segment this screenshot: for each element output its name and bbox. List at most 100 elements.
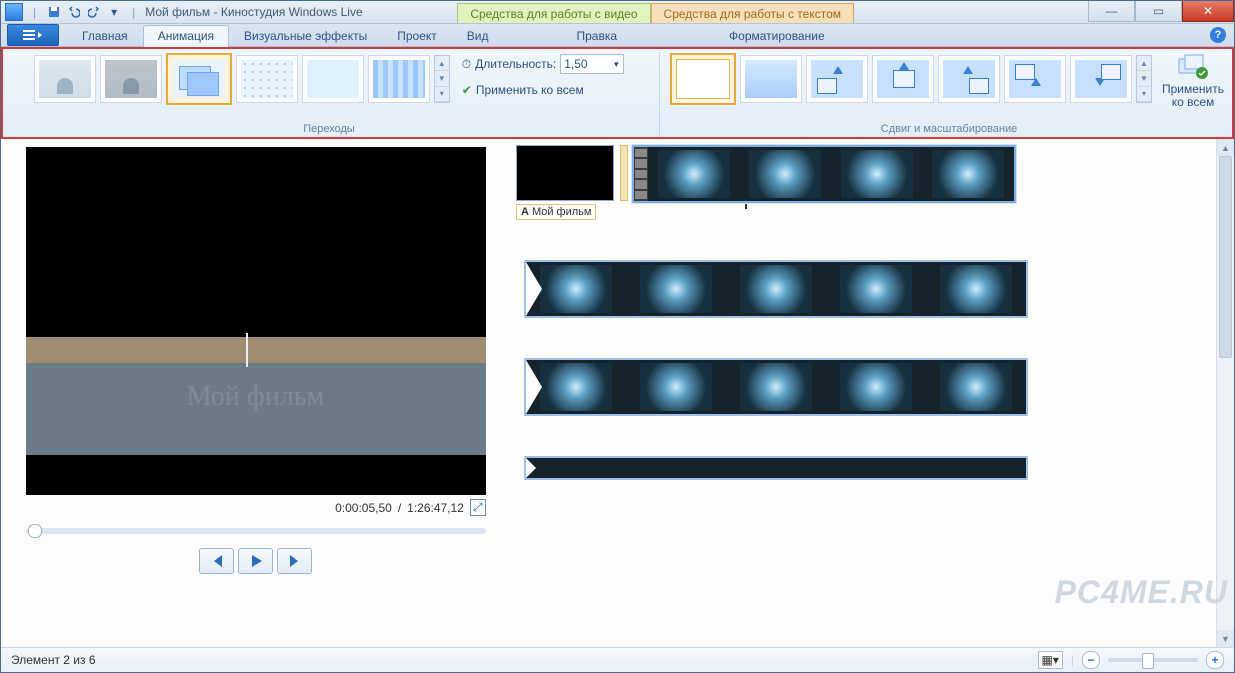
gallery-up-icon[interactable]: ▲ xyxy=(1137,56,1151,71)
maximize-button[interactable]: ▭ xyxy=(1135,1,1182,22)
title-clip[interactable]: AМой фильм xyxy=(516,145,612,220)
context-tab-text[interactable]: Средства для работы с текстом xyxy=(651,3,854,23)
play-button[interactable] xyxy=(238,548,273,574)
duration-label: Длительность: xyxy=(475,57,556,71)
redo-icon[interactable] xyxy=(86,4,102,20)
transition-item[interactable] xyxy=(368,55,430,103)
title-clip-thumb xyxy=(516,145,614,201)
tab-home[interactable]: Главная xyxy=(67,25,143,46)
app-window: | ▾ | Мой фильм - Киностудия Windows Liv… xyxy=(0,0,1235,673)
tab-effects[interactable]: Визуальные эффекты xyxy=(229,25,382,46)
scroll-up-icon[interactable]: ▲ xyxy=(1217,139,1234,156)
timeline-scroll[interactable]: AМой фильм xyxy=(510,139,1234,647)
context-tab-video[interactable]: Средства для работы с видео xyxy=(457,3,650,23)
transition-item[interactable] xyxy=(302,55,364,103)
scrollbar-thumb[interactable] xyxy=(1219,156,1232,358)
panzoom-item[interactable] xyxy=(938,55,1000,103)
file-menu-button[interactable] xyxy=(7,24,59,46)
video-clip[interactable] xyxy=(524,358,1028,416)
play-controls xyxy=(199,548,312,574)
panzoom-item[interactable] xyxy=(872,55,934,103)
video-clip-selected[interactable] xyxy=(632,145,1016,203)
chevron-down-icon[interactable]: ▼ xyxy=(612,60,620,69)
workspace: Мой фильм 0:00:05,50/ 1:26:47,12 ⤢ AМой xyxy=(1,139,1234,647)
ribbon-body: ▲▼▾ ⏱ Длительность: 1,50 ▼ ✔ Применить к… xyxy=(1,47,1234,139)
duration-input[interactable]: 1,50 ▼ xyxy=(560,54,624,74)
panzoom-item[interactable] xyxy=(1070,55,1132,103)
preview-seek-marker xyxy=(246,333,248,367)
group-panzoom: ▲▼▾ Применить ко всем Сдвиг и масштабиро… xyxy=(670,53,1235,137)
minimize-button[interactable]: — xyxy=(1088,1,1135,22)
zoom-slider[interactable] xyxy=(1108,658,1198,662)
panzoom-item[interactable] xyxy=(806,55,868,103)
statusbar: Элемент 2 из 6 ▦▾ | − + xyxy=(1,647,1234,672)
timeline-row xyxy=(516,456,1234,480)
gallery-scroll[interactable]: ▲▼▾ xyxy=(434,55,450,103)
scroll-down-icon[interactable]: ▼ xyxy=(1217,630,1234,647)
zoom-thumb[interactable] xyxy=(1142,653,1154,669)
qat-dropdown-icon[interactable]: ▾ xyxy=(106,4,122,20)
status-right: ▦▾ | − + xyxy=(1038,651,1225,669)
gallery-up-icon[interactable]: ▲ xyxy=(435,56,449,71)
timeline-row: AМой фильм xyxy=(516,145,1234,220)
tab-project[interactable]: Проект xyxy=(382,25,452,46)
preview-overlay-strip xyxy=(26,337,486,365)
time-total: 1:26:47,12 xyxy=(407,501,464,515)
thumbnails-view-icon[interactable]: ▦▾ xyxy=(1038,651,1063,669)
undo-icon[interactable] xyxy=(66,4,82,20)
apply-all-row[interactable]: ✔ Применить ко всем xyxy=(462,79,624,101)
apply-all-big-label: Применить ко всем xyxy=(1162,83,1224,109)
tab-format[interactable]: Форматирование xyxy=(714,25,840,46)
tab-view[interactable]: Вид xyxy=(452,25,504,46)
panzoom-item[interactable] xyxy=(1004,55,1066,103)
time-current: 0:00:05,50 xyxy=(335,501,392,515)
tab-animation[interactable]: Анимация xyxy=(143,25,229,47)
divider: | xyxy=(132,5,135,19)
help-icon[interactable]: ? xyxy=(1210,27,1226,43)
divider: | xyxy=(33,5,36,19)
duration-value: 1,50 xyxy=(564,57,587,71)
transition-item[interactable] xyxy=(34,55,96,103)
gallery-expand-icon[interactable]: ▾ xyxy=(435,87,449,102)
timeline-pin xyxy=(620,145,628,201)
gallery-expand-icon[interactable]: ▾ xyxy=(1137,87,1151,102)
title-clip-text: Мой фильм xyxy=(532,206,592,218)
transition-item[interactable] xyxy=(236,55,298,103)
apply-all-label: Применить ко всем xyxy=(476,83,584,97)
fullscreen-icon[interactable]: ⤢ xyxy=(470,499,486,516)
group-label-transitions: Переходы xyxy=(303,123,355,137)
prev-frame-button[interactable] xyxy=(199,548,234,574)
gallery-down-icon[interactable]: ▼ xyxy=(435,71,449,86)
timeline-row xyxy=(516,260,1234,318)
save-icon[interactable] xyxy=(46,4,62,20)
panzoom-gallery: ▲▼▾ xyxy=(670,53,1152,105)
app-icon xyxy=(5,3,23,21)
contextual-tabs: Средства для работы с видео Средства для… xyxy=(457,1,854,23)
seekbar-thumb[interactable] xyxy=(28,524,42,538)
apply-all-panzoom-button[interactable]: Применить ко всем xyxy=(1158,53,1228,109)
group-transitions: ▲▼▾ ⏱ Длительность: 1,50 ▼ ✔ Применить к… xyxy=(9,53,660,137)
zoom-out-button[interactable]: − xyxy=(1082,651,1100,669)
divider: | xyxy=(1071,653,1074,667)
transition-item[interactable] xyxy=(100,55,162,103)
preview-time-row: 0:00:05,50/ 1:26:47,12 ⤢ xyxy=(26,495,486,520)
titlebar-left: | ▾ | Мой фильм - Киностудия Windows Liv… xyxy=(1,3,363,21)
video-clip[interactable] xyxy=(524,456,1028,480)
title-clip-label: AМой фильм xyxy=(516,204,596,220)
window-controls: — ▭ ✕ xyxy=(1088,1,1234,21)
close-button[interactable]: ✕ xyxy=(1182,1,1234,22)
video-clip[interactable] xyxy=(524,260,1028,318)
gallery-scroll[interactable]: ▲▼▾ xyxy=(1136,55,1152,103)
seekbar[interactable] xyxy=(26,528,486,534)
next-frame-button[interactable] xyxy=(277,548,312,574)
zoom-in-button[interactable]: + xyxy=(1206,651,1224,669)
duration-row: ⏱ Длительность: 1,50 ▼ xyxy=(462,53,624,75)
panzoom-item-selected[interactable] xyxy=(670,53,736,105)
tab-edit[interactable]: Правка xyxy=(561,25,632,46)
vertical-scrollbar[interactable]: ▲ ▼ xyxy=(1216,139,1234,647)
ribbon-tabs: Главная Анимация Визуальные эффекты Прое… xyxy=(1,24,1234,47)
stopwatch-icon: ⏱ xyxy=(462,57,471,72)
panzoom-item[interactable] xyxy=(740,55,802,103)
gallery-down-icon[interactable]: ▼ xyxy=(1137,71,1151,86)
transition-item-selected[interactable] xyxy=(166,53,232,105)
